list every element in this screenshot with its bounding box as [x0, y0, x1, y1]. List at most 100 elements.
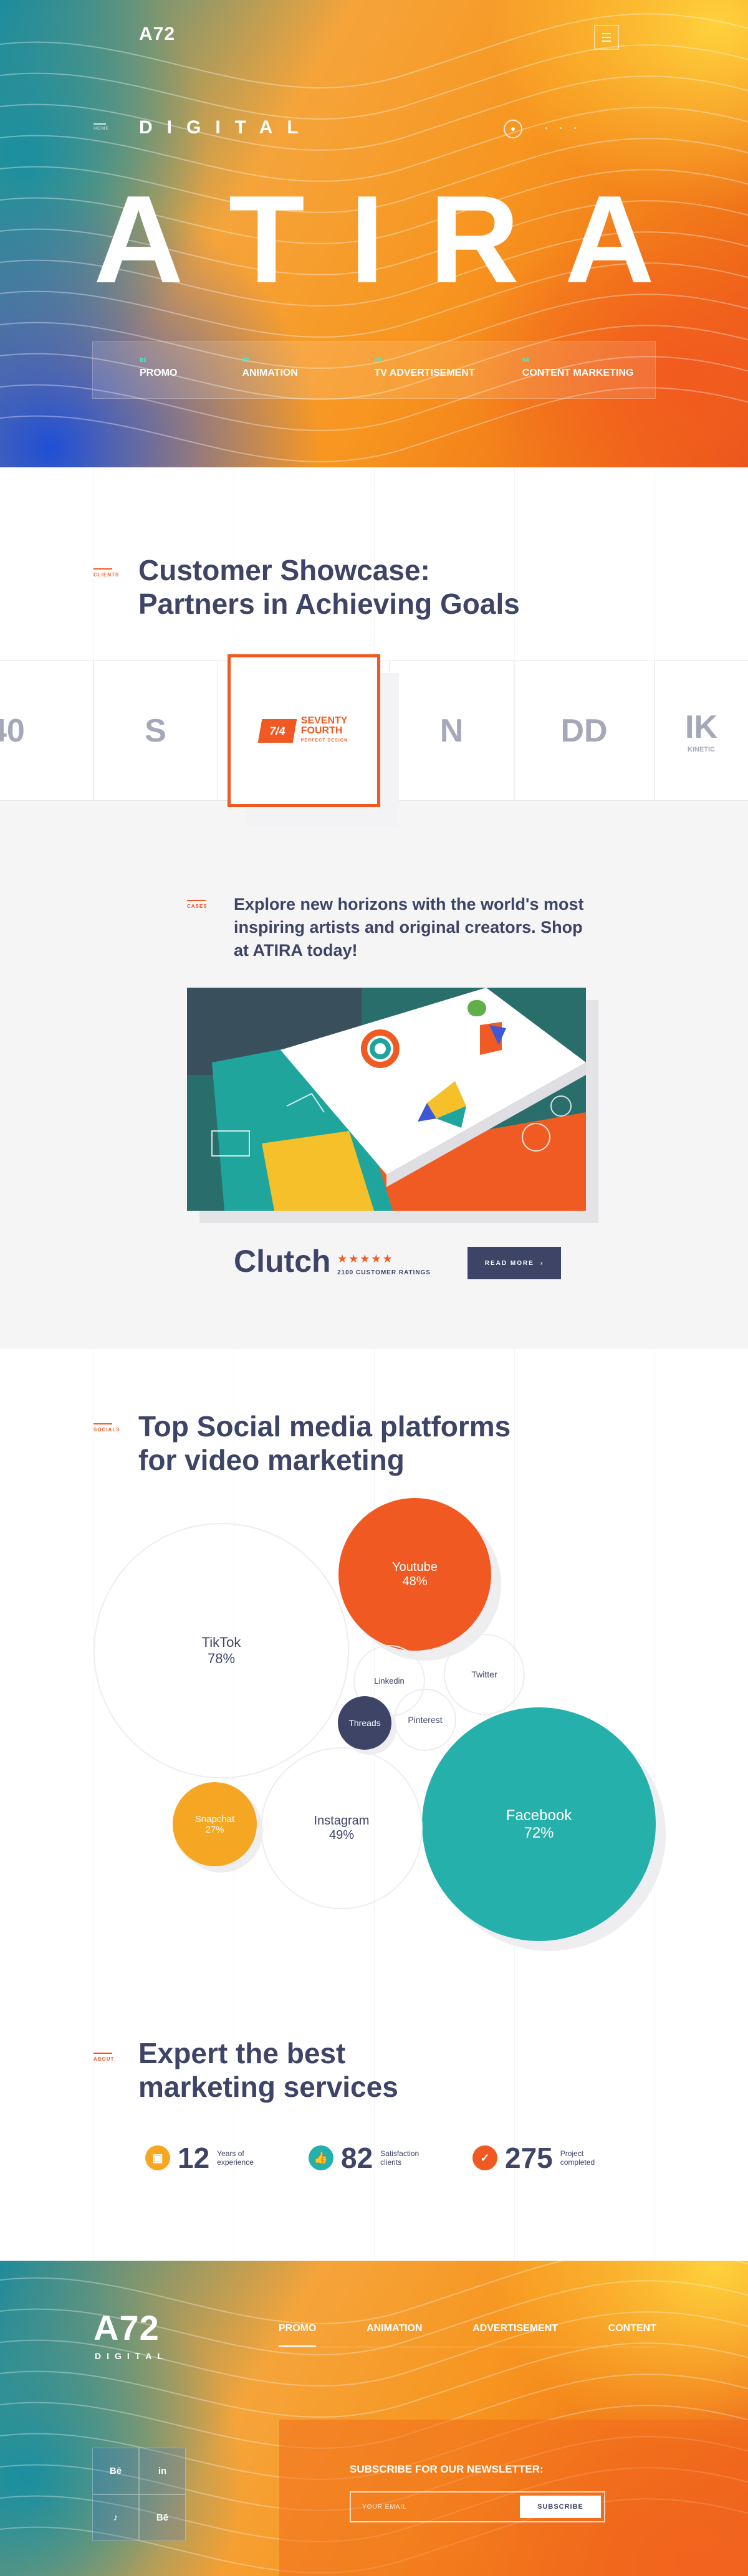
about-tag: ABOUT [94, 2053, 115, 2062]
rating-stars: ★★★★★ [337, 1252, 394, 1265]
client-logo-text: 40 [0, 712, 25, 749]
behance-icon[interactable]: Bē [92, 2448, 139, 2494]
hero-nav-item-content-marketing[interactable]: 04 CONTENT MARKETING [507, 342, 655, 398]
newsletter-box: SUBSCRIBE FOR OUR NEWSLETTER: SUBSCRIBE [279, 2420, 748, 2576]
customer-ratings: 2100 CUSTOMER RATINGS [337, 1269, 431, 1276]
stat-years: ▣ 12 Years of experience [145, 2144, 273, 2172]
featured-client-logo[interactable]: 7/4 SEVENTY FOURTH PERFECT DESIGN [228, 654, 380, 807]
chevron-right-icon: › [540, 1259, 544, 1267]
stat-label: Satisfaction clients [380, 2149, 420, 2167]
footer-logo[interactable]: A72 [94, 2311, 160, 2345]
cases-section: CASES Explore new horizons with the worl… [0, 801, 748, 1349]
client-logo[interactable]: N [390, 661, 514, 800]
footer-nav-content[interactable]: CONTENT [608, 2323, 656, 2334]
client-logo-text: IK [685, 708, 717, 745]
clients-title: Customer Showcase: Partners in Achieving… [138, 553, 520, 621]
stat-label: Project completed [560, 2149, 595, 2167]
client-logo-text: S [145, 712, 166, 749]
read-more-button[interactable]: READ MORE › [467, 1247, 561, 1279]
socials-title-line1: Top Social media platforms [138, 1410, 511, 1443]
stat-number: 275 [505, 2142, 553, 2174]
clients-title-line1: Customer Showcase: [138, 554, 430, 586]
home-tag: HOME [94, 123, 109, 131]
bubble-value: 72% [524, 1824, 554, 1841]
brand-logo[interactable]: A72 [139, 24, 175, 45]
bubble-youtube[interactable]: Youtube 48% [338, 1498, 491, 1651]
client-logo-sub: KINETIC [688, 745, 715, 753]
client-logo[interactable]: S [94, 661, 218, 800]
hero-nav-item-tv-advertisement[interactable]: 03 TV ADVERTISEMENT [359, 342, 507, 398]
hero-nav-item-promo[interactable]: 01 PROMO [93, 342, 227, 398]
bubble-facebook[interactable]: Facebook 72% [422, 1707, 656, 1941]
footer-logo-sub: DIGITAL [95, 2351, 168, 2361]
case-image[interactable] [187, 988, 586, 1211]
menu-button[interactable] [594, 25, 619, 50]
bubble-name: TikTok [201, 1634, 241, 1650]
client-logo[interactable]: DD [514, 661, 654, 800]
about-title-line1: Expert the best [138, 2037, 346, 2069]
bubble-name: Twitter [471, 1669, 497, 1679]
featured-line1: SEVENTY [300, 715, 348, 726]
behance-icon[interactable]: Bē [139, 2494, 186, 2541]
featured-line3: PERFECT DESIGN [300, 738, 348, 743]
footer-nav-promo[interactable]: PROMO [279, 2323, 317, 2347]
about-title: Expert the best marketing services [138, 2036, 398, 2104]
seventy-fourth-text: SEVENTY FOURTH PERFECT DESIGN [300, 715, 348, 746]
bubble-value: 48% [402, 1574, 428, 1588]
clients-title-line2: Partners in Achieving Goals [138, 588, 520, 620]
hero-nav-item-animation[interactable]: 02 ANIMATION [227, 342, 359, 398]
bubble-pinterest[interactable]: Pinterest [394, 1689, 456, 1751]
bubble-name: Threads [348, 1718, 381, 1728]
subscribe-button[interactable]: SUBSCRIBE [520, 2496, 601, 2518]
bubble-tiktok[interactable]: TikTok 78% [94, 1523, 349, 1778]
footer: A72 DIGITAL PROMO ANIMATION ADVERTISEMEN… [0, 2261, 748, 2576]
stat-number: 12 [178, 2142, 210, 2174]
stat-clients: 👍 82 Satisfaction clients [309, 2144, 436, 2172]
hero-title-letter: R [429, 170, 520, 309]
bubble-name: Instagram [314, 1814, 370, 1828]
stat-number: 82 [341, 2142, 373, 2174]
tiktok-icon[interactable]: ♪ [92, 2494, 139, 2541]
footer-nav-advertisement[interactable]: ADVERTISEMENT [472, 2323, 558, 2334]
clients-tag: CLIENTS [94, 568, 120, 578]
client-logo[interactable]: IK KINETIC [654, 661, 748, 800]
nav-label: CONTENT MARKETING [522, 368, 634, 378]
hero-section: A72 HOME DIGITAL A T I R A 01 PROMO 02 A… [0, 0, 748, 467]
socials-title: Top Social media platforms for video mar… [138, 1410, 511, 1477]
hero-title-letter: A [94, 170, 184, 309]
bubble-threads[interactable]: Threads [338, 1696, 391, 1750]
footer-nav-animation[interactable]: ANIMATION [367, 2323, 422, 2334]
bubble-twitter[interactable]: Twitter [444, 1634, 525, 1715]
socials-tag: SOCIALS [94, 1423, 120, 1433]
client-logo[interactable]: 40 [0, 661, 94, 800]
hero-title-letter: I [350, 170, 385, 309]
bubble-instagram[interactable]: Instagram 49% [261, 1747, 423, 1909]
nav-number: 03 [374, 357, 381, 364]
bubble-value: 49% [328, 1828, 355, 1842]
seventy-fourth-mark: 7/4 [257, 718, 297, 743]
nav-number: 04 [522, 357, 529, 364]
social-links: Bē in ♪ Bē [92, 2448, 186, 2541]
linkedin-icon[interactable]: in [139, 2448, 186, 2494]
nav-number: 02 [242, 357, 249, 364]
featured-line2: FOURTH [300, 725, 343, 736]
cases-tag: CASES [187, 900, 208, 909]
hero-nav: 01 PROMO 02 ANIMATION 03 TV ADVERTISEMEN… [92, 341, 656, 399]
bubble-name: Snapchat [194, 1813, 235, 1825]
nav-label: ANIMATION [242, 368, 298, 378]
bubble-snapchat[interactable]: Snapchat 27% [173, 1782, 257, 1866]
bubble-name: Youtube [392, 1560, 438, 1574]
newsletter-form: SUBSCRIBE [350, 2491, 605, 2522]
stat-label: Years of experience [217, 2149, 254, 2167]
nav-label: TV ADVERTISEMENT [374, 368, 475, 378]
hero-subtitle: DIGITAL [139, 117, 313, 138]
scroll-indicator-icon[interactable] [504, 120, 522, 138]
bubble-value: 27% [205, 1824, 224, 1835]
email-input[interactable] [351, 2493, 517, 2521]
hero-title: A T I R A [94, 178, 654, 302]
client-logo-text: N [439, 712, 464, 749]
bubble-name: Facebook [506, 1806, 572, 1824]
briefcase-icon: ▣ [145, 2145, 170, 2170]
newsletter-title: SUBSCRIBE FOR OUR NEWSLETTER: [350, 2463, 544, 2475]
read-more-label: READ MORE [484, 1259, 534, 1267]
